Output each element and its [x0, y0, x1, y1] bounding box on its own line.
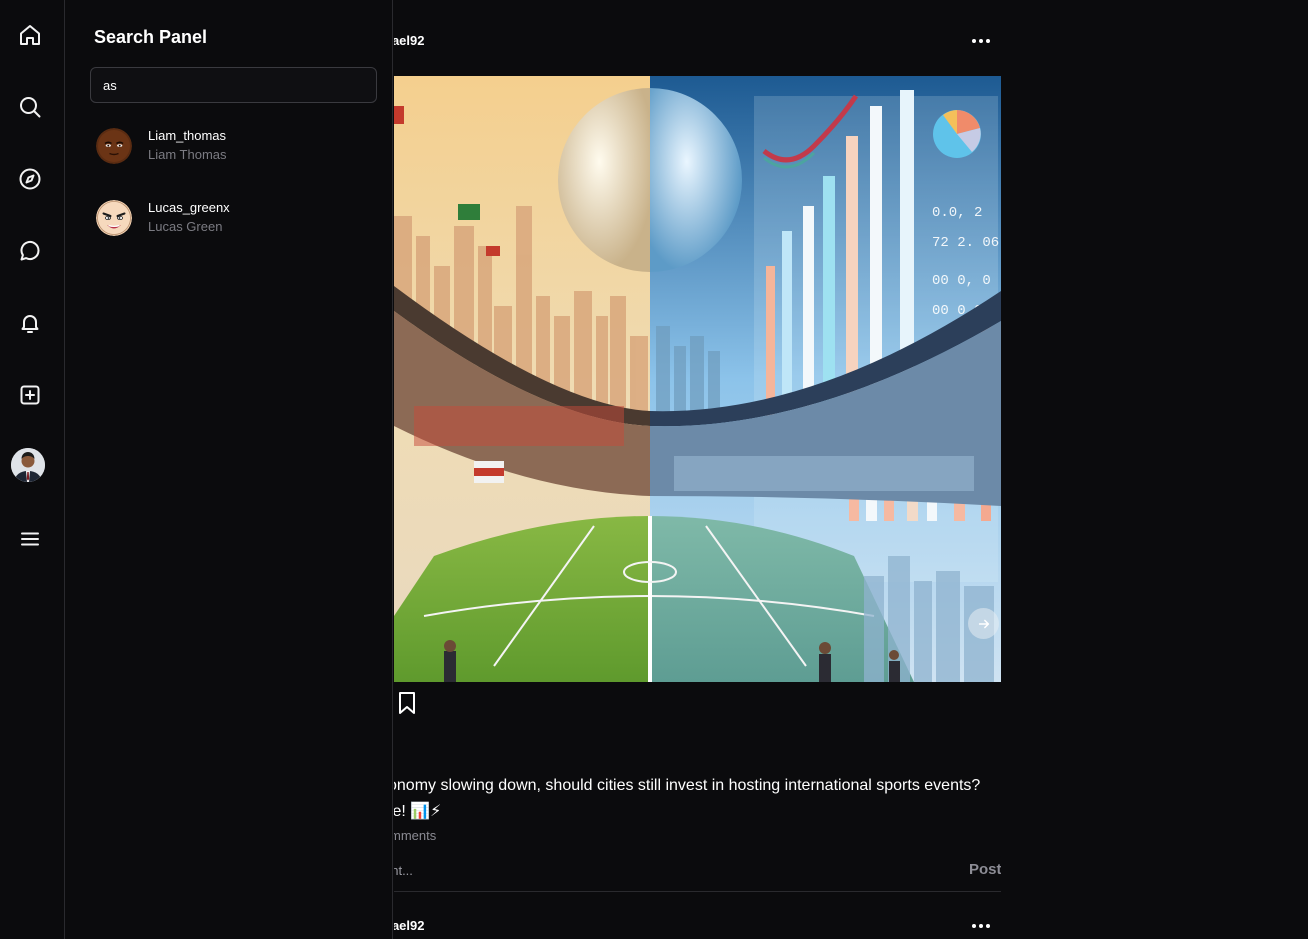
profile-photo	[11, 448, 45, 482]
stadium-economy-illustration: 0.0, 2 72 2. 06 00 0, 0 00 0 00	[394, 76, 1001, 682]
result-username: Lucas_greenx	[148, 200, 230, 215]
feed: hael92	[394, 0, 1001, 939]
search-result-liam-thomas[interactable]: Liam_thomas Liam Thomas	[96, 122, 376, 170]
more-options-button[interactable]	[966, 915, 996, 937]
home-icon	[20, 25, 40, 45]
messages-button[interactable]	[8, 229, 52, 273]
chart-text-3: 00 0, 0	[932, 273, 991, 289]
chart-text-1: 0.0, 2	[932, 205, 982, 221]
home-button[interactable]	[8, 13, 52, 57]
avatar	[96, 128, 132, 164]
post-caption-line-2: te! 📊⚡	[394, 803, 442, 820]
result-full-name: Liam Thomas	[148, 147, 227, 162]
more-dots-icon	[972, 39, 976, 43]
notifications-icon	[21, 315, 39, 333]
more-dots-icon	[972, 924, 976, 928]
comment-input[interactable]	[394, 860, 944, 880]
chart-text-2: 72 2. 06	[932, 235, 999, 251]
menu-icon	[21, 532, 39, 546]
search-panel-title: Search Panel	[94, 27, 208, 47]
bookmark-icon	[399, 692, 415, 714]
messages-icon	[20, 240, 40, 261]
post-comment-button[interactable]: Post	[969, 861, 1001, 878]
search-button[interactable]	[8, 85, 52, 129]
search-result-lucas-green[interactable]: Lucas_greenx Lucas Green	[96, 194, 376, 242]
post-image: 0.0, 2 72 2. 06 00 0, 0 00 0 00	[394, 76, 1001, 682]
search-panel: Search Panel Liam_thomas Liam Thomas	[66, 0, 393, 939]
explore-icon	[19, 168, 41, 190]
menu-button[interactable]	[8, 517, 52, 561]
notifications-button[interactable]	[8, 301, 52, 345]
create-button[interactable]	[8, 373, 52, 417]
post-caption-line-1: onomy slowing down, should cities still …	[394, 777, 981, 794]
profile-avatar[interactable]	[11, 448, 45, 482]
create-icon	[20, 385, 40, 405]
chevron-right-icon	[978, 619, 989, 628]
carousel-next-button[interactable]	[968, 608, 999, 639]
nav-rail	[0, 0, 65, 939]
view-comments-link[interactable]: mments	[394, 828, 436, 843]
explore-button[interactable]	[8, 157, 52, 201]
result-username: Liam_thomas	[148, 128, 227, 143]
result-full-name: Lucas Green	[148, 219, 223, 234]
search-icon	[20, 97, 41, 118]
save-button[interactable]	[396, 691, 418, 715]
avatar	[96, 200, 132, 236]
post-divider	[394, 891, 1001, 892]
post-username[interactable]: hael92	[394, 918, 424, 933]
search-input[interactable]	[90, 67, 377, 103]
post-username[interactable]: hael92	[394, 33, 424, 48]
more-options-button[interactable]	[966, 30, 996, 52]
